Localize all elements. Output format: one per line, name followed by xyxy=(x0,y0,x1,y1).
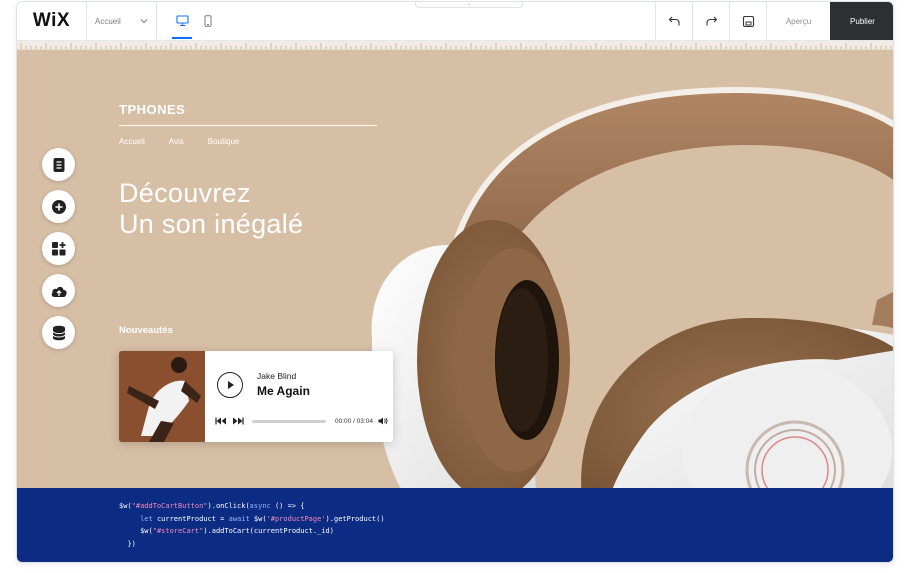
page-select-label: Accueil xyxy=(95,16,121,26)
play-icon xyxy=(227,381,234,389)
site-nav: Accueil Avis Boutique xyxy=(119,137,239,146)
skip-back-icon xyxy=(215,417,226,425)
pages-icon xyxy=(53,157,64,172)
mobile-icon xyxy=(204,15,212,27)
track-title: Me Again xyxy=(257,384,310,398)
athlete-photo-icon xyxy=(119,351,205,442)
device-switcher xyxy=(157,2,221,40)
wix-logo[interactable]: WiX xyxy=(17,2,87,40)
volume-icon xyxy=(378,417,388,425)
previous-track-button[interactable] xyxy=(215,417,227,425)
player-body: Jake Blind Me Again 00:00 / 03:04 xyxy=(205,351,393,442)
mobile-view-button[interactable] xyxy=(195,2,221,40)
volume-button[interactable] xyxy=(378,417,388,425)
music-player[interactable]: Jake Blind Me Again 00:00 / 03:04 xyxy=(119,351,393,442)
hero-heading[interactable]: Découvrez Un son inégalé xyxy=(119,178,303,240)
next-track-button[interactable] xyxy=(232,417,244,425)
nav-item-avis[interactable]: Avis xyxy=(169,137,184,146)
album-cover xyxy=(119,351,205,442)
save-button[interactable] xyxy=(729,2,766,40)
new-releases-label[interactable]: Nouveautés xyxy=(119,325,173,336)
horizontal-ruler xyxy=(17,41,893,50)
artist-name: Jake Blind xyxy=(257,371,297,381)
chevron-down-icon xyxy=(140,19,148,24)
progress-bar[interactable] xyxy=(252,419,326,423)
code-panel[interactable]: $w("#addToCartButton").onClick(async () … xyxy=(17,488,893,562)
code-line-3: $w("#storeCart").addToCart(currentProduc… xyxy=(140,527,334,535)
undo-button[interactable] xyxy=(655,2,692,40)
add-element-button[interactable] xyxy=(42,190,75,223)
player-controls: 00:00 / 03:04 xyxy=(215,417,388,425)
pages-menu-button[interactable] xyxy=(42,148,75,181)
code-line-1: $w("#addToCartButton").onClick(async () … xyxy=(119,502,305,510)
play-button[interactable] xyxy=(217,372,243,398)
plus-circle-icon xyxy=(51,199,66,214)
code-line-4: }) xyxy=(127,539,136,548)
editor-tool-rail xyxy=(42,148,75,349)
apps-icon xyxy=(51,241,65,255)
page-canvas[interactable]: TPHONES Accueil Avis Boutique Découvrez … xyxy=(17,50,893,488)
undo-icon xyxy=(668,16,680,26)
skip-forward-icon xyxy=(233,417,244,425)
desktop-view-button[interactable] xyxy=(169,2,195,40)
cms-database-button[interactable] xyxy=(42,316,75,349)
editor-window: WiX Accueil Aperçu Publier ⌄ TPHONES Acc… xyxy=(16,1,894,563)
hero-line-2: Un son inégalé xyxy=(119,209,304,239)
top-drag-handle[interactable]: ⌄ xyxy=(415,2,523,8)
header-divider xyxy=(119,125,377,126)
code-line-2: let currentProduct = await $w('#productP… xyxy=(140,514,385,523)
cloud-upload-icon xyxy=(51,286,67,297)
site-brand[interactable]: TPHONES xyxy=(119,102,185,117)
database-icon xyxy=(52,325,65,340)
add-apps-button[interactable] xyxy=(42,232,75,265)
save-icon xyxy=(742,15,754,27)
page-select[interactable]: Accueil xyxy=(87,2,157,40)
publish-button[interactable]: Publier xyxy=(830,2,893,40)
headphones-image xyxy=(371,86,893,488)
chevron-down-icon: ⌄ xyxy=(466,1,472,7)
playback-time: 00:00 / 03:04 xyxy=(335,417,373,425)
redo-icon xyxy=(705,16,717,26)
media-upload-button[interactable] xyxy=(42,274,75,307)
hero-line-1: Découvrez xyxy=(119,178,251,208)
preview-button[interactable]: Aperçu xyxy=(766,2,830,40)
desktop-icon xyxy=(175,15,189,27)
nav-item-accueil[interactable]: Accueil xyxy=(119,137,145,146)
nav-item-boutique[interactable]: Boutique xyxy=(208,137,240,146)
redo-button[interactable] xyxy=(692,2,729,40)
